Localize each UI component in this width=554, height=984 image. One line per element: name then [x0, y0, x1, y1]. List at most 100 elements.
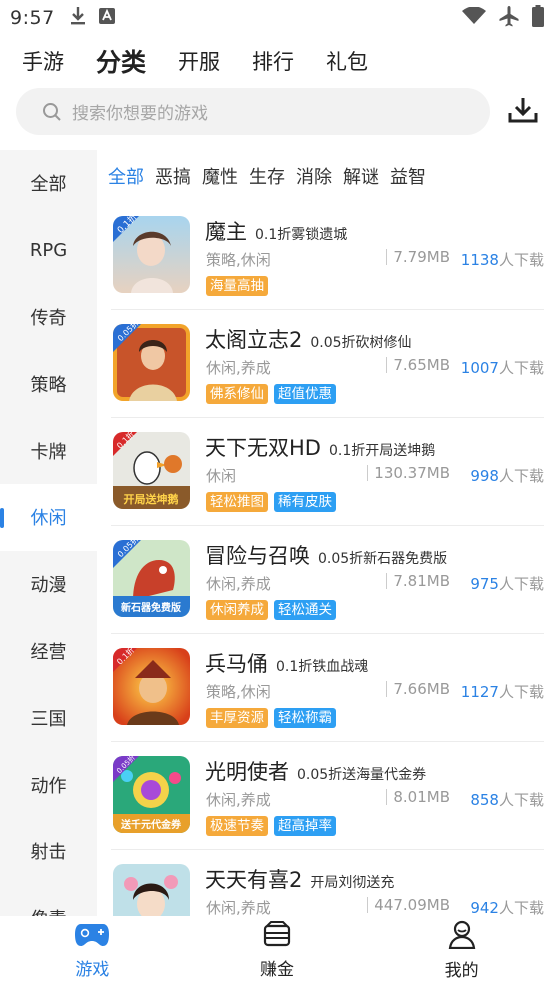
game-promo: 0.05折砍树修仙 — [310, 335, 412, 351]
game-badge: 超值优惠 — [274, 384, 336, 404]
wifi-icon — [462, 6, 486, 29]
tab-new-servers[interactable]: 开服 — [178, 51, 220, 73]
game-icon[interactable]: 开局送坤鹅 0.1折 — [113, 432, 190, 509]
profile-icon — [447, 919, 477, 953]
game-icon[interactable] — [113, 864, 190, 916]
game-icon[interactable]: 0.1折 — [113, 216, 190, 293]
game-downloads: 975人下载 — [470, 575, 544, 593]
subcategory-brain[interactable]: 益智 — [390, 163, 426, 189]
tab-categories[interactable]: 分类 — [93, 50, 149, 79]
download-manager-button[interactable] — [505, 94, 541, 130]
sidebar-item-casual[interactable]: 休闲 — [0, 483, 97, 551]
game-badge: 极速节奏 — [206, 816, 268, 836]
game-size: 447.09MB — [367, 897, 450, 913]
game-tags: 休闲,养成 — [206, 359, 271, 377]
nav-earn[interactable]: 赚金 — [185, 916, 370, 984]
game-promo: 0.05折新石器免费版 — [318, 551, 448, 567]
search-icon — [42, 102, 62, 122]
game-badge: 轻松通关 — [274, 600, 336, 620]
nav-profile[interactable]: 我的 — [369, 916, 554, 984]
subcategory-quirky[interactable]: 魔性 — [202, 163, 238, 189]
game-badges: 轻松推图 稀有皮肤 — [206, 492, 336, 512]
subcategory-survival[interactable]: 生存 — [249, 163, 285, 189]
status-bar: 9:57 — [0, 0, 554, 36]
game-downloads: 942人下载 — [470, 899, 544, 916]
game-title[interactable]: 太阁立志2 0.05折砍树修仙 — [205, 324, 412, 354]
game-row[interactable]: 送千元代金券 0.05折 光明使者 0.05折送海量代金券 休闲,养成 8.01M… — [97, 742, 554, 850]
game-icon[interactable]: 0.05折 — [113, 324, 190, 401]
sidebar-item-three-kingdoms[interactable]: 三国 — [0, 684, 97, 751]
game-badge: 佛系修仙 — [206, 384, 268, 404]
game-promo: 开局刘彻送充 — [310, 875, 395, 891]
download-icon — [508, 96, 538, 128]
game-badge: 超高掉率 — [274, 816, 336, 836]
game-tags: 休闲,养成 — [206, 575, 271, 593]
nav-profile-label: 我的 — [444, 961, 479, 981]
game-row[interactable]: 新石器免费版 0.05折 冒险与召唤 0.05折新石器免费版 休闲,养成 7.81… — [97, 526, 554, 634]
game-badge: 海量高抽 — [206, 276, 268, 296]
game-row[interactable]: 天天有喜2 开局刘彻送充 休闲,养成 447.09MB 942人下载 — [97, 850, 554, 916]
sidebar-item-pixel[interactable]: 像素 — [0, 885, 97, 916]
icon-caption: 开局送坤鹅 — [124, 492, 179, 506]
sidebar-item-shooter[interactable]: 射击 — [0, 818, 97, 885]
game-promo: 0.1折铁血战魂 — [276, 659, 369, 675]
sidebar-item-anime[interactable]: 动漫 — [0, 551, 97, 618]
sidebar-item-rpg[interactable]: RPG — [0, 217, 97, 284]
sidebar-item-strategy[interactable]: 策略 — [0, 350, 97, 417]
game-icon[interactable]: 新石器免费版 0.05折 — [113, 540, 190, 617]
game-size: 7.81MB — [386, 573, 450, 589]
battery-icon — [532, 5, 544, 31]
search-input[interactable]: 搜索你想要的游戏 — [16, 88, 490, 135]
nav-games[interactable]: 游戏 — [0, 916, 185, 984]
game-title[interactable]: 魔主 0.1折雾锁遗城 — [205, 216, 347, 246]
game-title[interactable]: 兵马俑 0.1折铁血战魂 — [205, 648, 368, 678]
game-promo: 0.1折雾锁遗城 — [255, 227, 348, 243]
game-list: 0.1折 魔主 0.1折雾锁遗城 策略,休闲 7.79MB 1138人下载 海量高… — [97, 202, 554, 916]
game-badges: 丰厚资源 轻松称霸 — [206, 708, 336, 728]
game-tags: 休闲,养成 — [206, 899, 271, 916]
game-promo: 0.1折开局送坤鹅 — [328, 443, 436, 459]
subcategory-bar: 全部 恶搞 魔性 生存 消除 解谜 益智 — [108, 162, 426, 190]
game-icon[interactable]: 0.1折 — [113, 648, 190, 725]
icon-caption: 新石器免费版 — [121, 601, 181, 614]
game-badge: 休闲养成 — [206, 600, 268, 620]
game-title[interactable]: 天下无双HD 0.1折开局送坤鹅 — [205, 432, 435, 462]
game-badges: 极速节奏 超高掉率 — [206, 816, 336, 836]
game-row[interactable]: 0.05折 太阁立志2 0.05折砍树修仙 休闲,养成 7.65MB 1007人下… — [97, 310, 554, 418]
sidebar-item-action[interactable]: 动作 — [0, 751, 97, 818]
game-tags: 策略,休闲 — [206, 683, 271, 701]
search-placeholder: 搜索你想要的游戏 — [72, 104, 208, 124]
sidebar-item-card[interactable]: 卡牌 — [0, 417, 97, 484]
game-downloads: 1007人下载 — [460, 359, 544, 377]
game-downloads: 858人下载 — [470, 791, 544, 809]
game-size: 7.65MB — [386, 357, 450, 373]
download-notification-icon — [69, 6, 87, 30]
icon-caption: 送千元代金券 — [120, 818, 182, 831]
game-badge: 轻松推图 — [206, 492, 268, 512]
subcategory-all[interactable]: 全部 — [108, 163, 144, 189]
game-row[interactable]: 0.1折 魔主 0.1折雾锁遗城 策略,休闲 7.79MB 1138人下载 海量高… — [97, 202, 554, 310]
game-size: 8.01MB — [386, 789, 450, 805]
gamepad-icon — [74, 920, 110, 952]
game-icon[interactable]: 送千元代金券 0.05折 — [113, 756, 190, 833]
game-badge: 丰厚资源 — [206, 708, 268, 728]
game-downloads: 1127人下载 — [460, 683, 544, 701]
subcategory-puzzle[interactable]: 解谜 — [343, 163, 379, 189]
subcategory-spoof[interactable]: 恶搞 — [155, 163, 191, 189]
nav-earn-label: 赚金 — [260, 960, 294, 980]
wallet-icon — [262, 920, 292, 952]
tab-mobile-games[interactable]: 手游 — [22, 51, 64, 73]
bottom-nav: 游戏 赚金 我的 — [0, 916, 554, 984]
game-title[interactable]: 光明使者 0.05折送海量代金券 — [205, 756, 426, 786]
tab-gift-packs[interactable]: 礼包 — [326, 51, 368, 73]
game-row[interactable]: 0.1折 兵马俑 0.1折铁血战魂 策略,休闲 7.66MB 1127人下载 丰厚… — [97, 634, 554, 742]
sidebar-item-legend[interactable]: 传奇 — [0, 284, 97, 351]
game-row[interactable]: 开局送坤鹅 0.1折 天下无双HD 0.1折开局送坤鹅 休闲 130.37MB 9… — [97, 418, 554, 526]
game-title[interactable]: 天天有喜2 开局刘彻送充 — [205, 864, 394, 894]
tab-rankings[interactable]: 排行 — [252, 51, 294, 73]
sidebar-item-management[interactable]: 经营 — [0, 618, 97, 685]
subcategory-match[interactable]: 消除 — [296, 163, 332, 189]
game-title[interactable]: 冒险与召唤 0.05折新石器免费版 — [205, 540, 447, 570]
game-badges: 休闲养成 轻松通关 — [206, 600, 336, 620]
sidebar-item-all[interactable]: 全部 — [0, 150, 97, 217]
